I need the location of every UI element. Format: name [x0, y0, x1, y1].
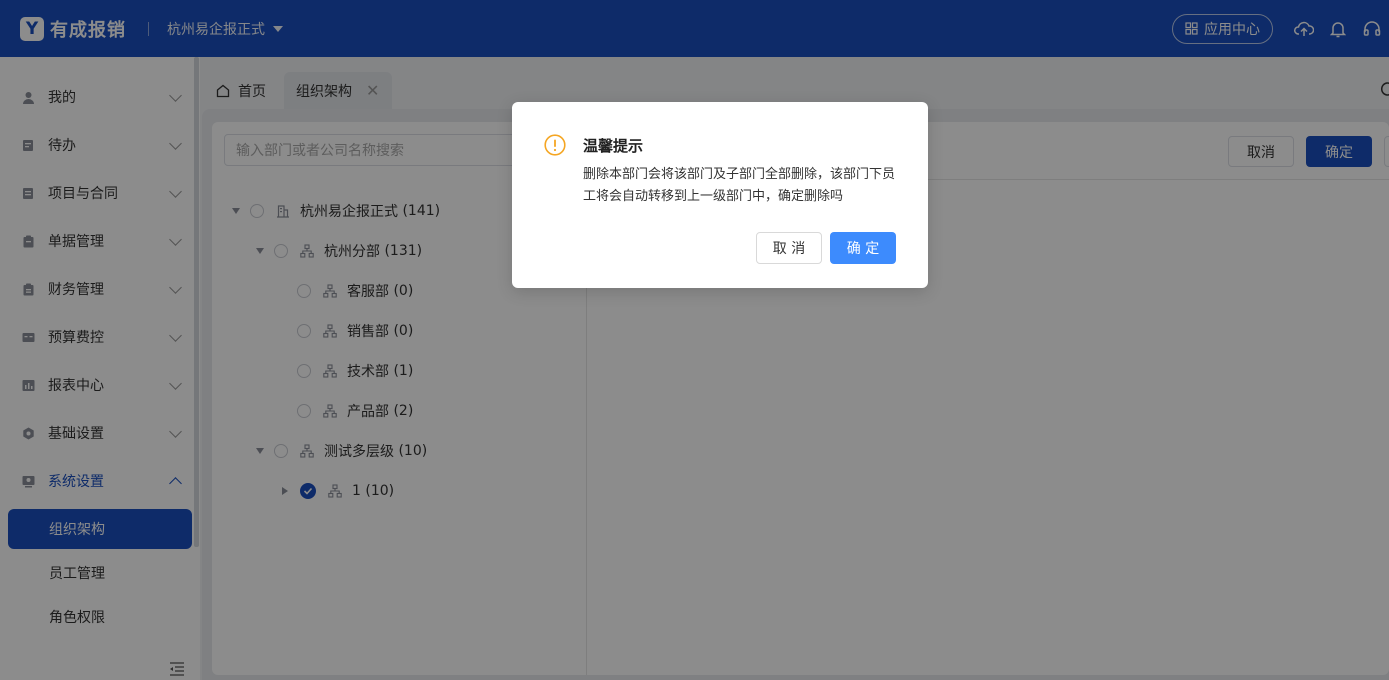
- dialog-cancel-button[interactable]: 取 消: [756, 232, 822, 264]
- dialog-message: 删除本部门会将该部门及子部门全部删除，该部门下员工将会自动转移到上一级部门中，确…: [583, 167, 896, 204]
- warning-icon: [544, 134, 566, 156]
- confirm-delete-dialog: 温馨提示 删除本部门会将该部门及子部门全部删除，该部门下员工将会自动转移到上一级…: [512, 102, 928, 288]
- dialog-confirm-button[interactable]: 确 定: [830, 232, 896, 264]
- dialog-title: 温馨提示: [583, 137, 644, 155]
